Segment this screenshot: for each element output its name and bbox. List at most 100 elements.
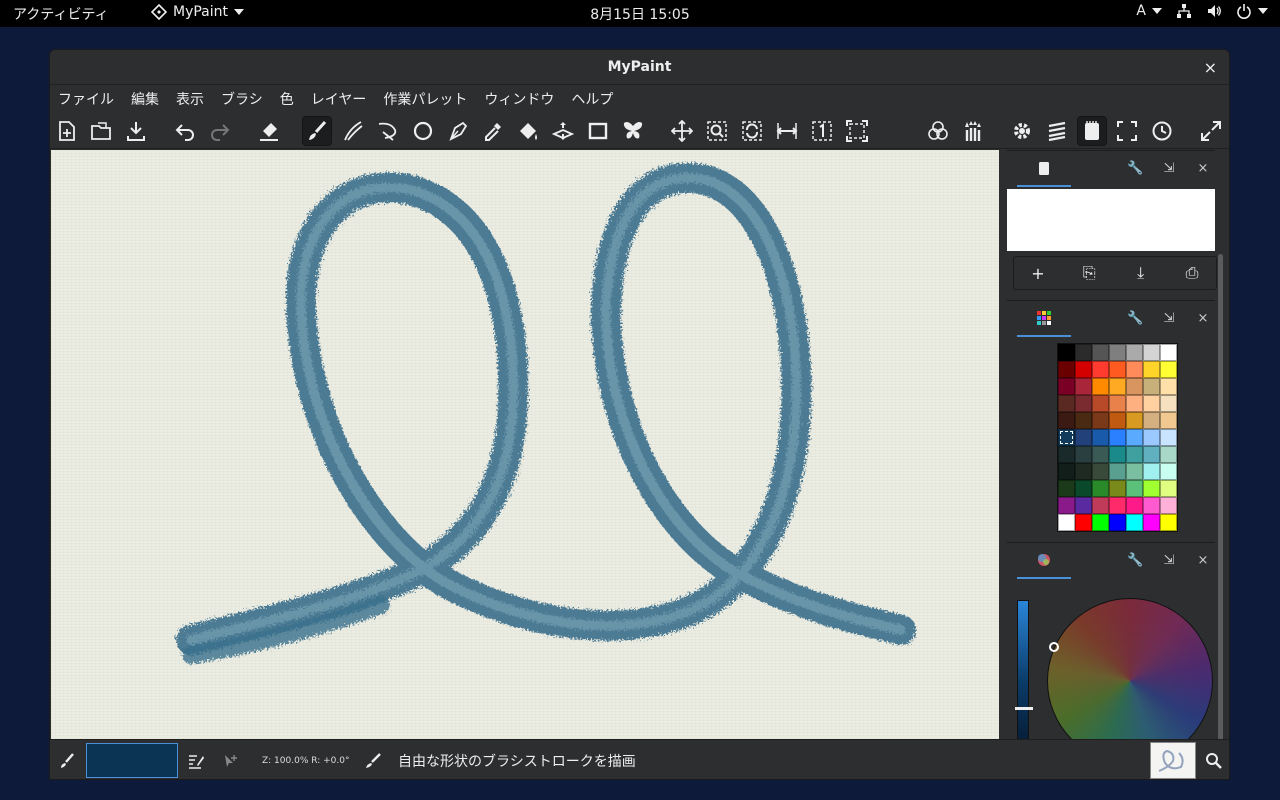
palette-swatch[interactable] — [1075, 514, 1092, 531]
palette-swatch[interactable] — [1058, 361, 1075, 378]
palette-swatch[interactable] — [1126, 480, 1143, 497]
palette-swatch[interactable] — [1143, 412, 1160, 429]
palette-swatch[interactable] — [1126, 395, 1143, 412]
export-scratchpad-icon[interactable]: ⎙ — [1172, 263, 1212, 283]
new-file-icon[interactable] — [52, 116, 82, 146]
palette-swatch[interactable] — [1160, 378, 1177, 395]
detach-panel-icon[interactable]: ⇲ — [1161, 553, 1177, 568]
panel-close-button[interactable]: × — [1195, 553, 1211, 568]
edit-brush-icon[interactable] — [187, 740, 205, 779]
panel-close-button[interactable]: × — [1195, 161, 1211, 176]
menu-color[interactable]: 色 — [280, 89, 294, 109]
ellipse-tool-icon[interactable] — [408, 116, 438, 146]
rotate-view-icon[interactable] — [737, 116, 767, 146]
palette-swatch[interactable] — [1092, 361, 1109, 378]
menu-window[interactable]: ウィンドウ — [484, 89, 554, 109]
palette-swatch[interactable] — [1058, 395, 1075, 412]
palette-swatch[interactable] — [1092, 497, 1109, 514]
brush-settings-icon[interactable] — [1205, 740, 1223, 779]
expand-window-icon[interactable] — [1196, 116, 1226, 146]
mirror-view-icon[interactable] — [772, 116, 802, 146]
palette-swatch[interactable] — [1126, 463, 1143, 480]
scratchpad-toggle-icon[interactable] — [1077, 116, 1107, 146]
drawing-canvas[interactable] — [51, 150, 999, 739]
palette-swatch[interactable] — [1109, 446, 1126, 463]
inking-tool-icon[interactable] — [338, 116, 368, 146]
palette-swatch[interactable] — [1126, 412, 1143, 429]
menu-help[interactable]: ヘルプ — [571, 89, 613, 109]
palette-swatch[interactable] — [1109, 344, 1126, 361]
palette-swatch[interactable] — [1092, 514, 1109, 531]
value-slider-handle[interactable] — [1015, 707, 1033, 710]
palette-swatch[interactable] — [1143, 395, 1160, 412]
palette-swatch[interactable] — [1075, 446, 1092, 463]
palette-swatch[interactable] — [1126, 514, 1143, 531]
wrench-icon[interactable]: 🔧 — [1127, 553, 1143, 568]
network-icon[interactable] — [1176, 3, 1192, 19]
palette-swatch[interactable] — [1075, 429, 1092, 446]
undo-icon[interactable] — [170, 116, 200, 146]
pick-layer-icon[interactable] — [222, 740, 238, 779]
menu-brush[interactable]: ブラシ — [221, 89, 263, 109]
palette-swatch[interactable] — [1160, 429, 1177, 446]
palette-swatch[interactable] — [1058, 429, 1075, 446]
wrench-icon[interactable]: 🔧 — [1127, 311, 1143, 326]
clock[interactable]: 8月15日 15:05 — [0, 4, 1280, 24]
palette-swatch[interactable] — [1143, 514, 1160, 531]
palette-swatch[interactable] — [1075, 378, 1092, 395]
scratchpad-tab[interactable] — [1017, 151, 1071, 187]
open-file-icon[interactable] — [86, 116, 116, 146]
palette-swatch[interactable] — [1160, 395, 1177, 412]
input-method-indicator[interactable]: A — [1136, 3, 1162, 19]
palette-swatch[interactable] — [1092, 412, 1109, 429]
palette-swatch[interactable] — [1160, 446, 1177, 463]
color-wheel[interactable] — [1047, 598, 1213, 739]
palette-swatch[interactable] — [1075, 395, 1092, 412]
palette-swatch[interactable] — [1109, 361, 1126, 378]
line-tool-icon[interactable] — [373, 116, 403, 146]
color-wheel-marker[interactable] — [1049, 642, 1059, 652]
fit-view-icon[interactable] — [842, 116, 872, 146]
palette-swatch[interactable] — [1143, 378, 1160, 395]
palette-swatch[interactable] — [1143, 480, 1160, 497]
palette-swatch[interactable] — [1143, 361, 1160, 378]
palette-swatch[interactable] — [1092, 429, 1109, 446]
palette-swatch[interactable] — [1109, 378, 1126, 395]
fullscreen-icon[interactable] — [1112, 116, 1142, 146]
palette-swatch[interactable] — [1143, 497, 1160, 514]
palette-swatch[interactable] — [1092, 480, 1109, 497]
palette-swatch[interactable] — [1160, 514, 1177, 531]
menu-layer[interactable]: レイヤー — [311, 89, 367, 109]
palette-swatch[interactable] — [1058, 412, 1075, 429]
palette-swatch[interactable] — [1058, 480, 1075, 497]
palette-swatch[interactable] — [1109, 463, 1126, 480]
palette-swatch[interactable] — [1092, 446, 1109, 463]
symmetry-butterfly-icon[interactable] — [618, 116, 648, 146]
palette-swatch[interactable] — [1058, 446, 1075, 463]
color-picker-icon[interactable] — [478, 116, 508, 146]
palette-swatch[interactable] — [1109, 395, 1126, 412]
palette-swatch[interactable] — [1160, 412, 1177, 429]
save-scratchpad-icon[interactable]: ⤓ — [1121, 263, 1161, 283]
palette-swatch[interactable] — [1092, 344, 1109, 361]
power-menu[interactable] — [1236, 3, 1268, 19]
menu-file[interactable]: ファイル — [58, 89, 114, 109]
bezier-pen-icon[interactable] — [443, 116, 473, 146]
palette-swatch[interactable] — [1092, 395, 1109, 412]
palette-swatch[interactable] — [1160, 480, 1177, 497]
palette-swatch[interactable] — [1092, 378, 1109, 395]
palette-swatch[interactable] — [1143, 429, 1160, 446]
menu-view[interactable]: 表示 — [176, 89, 204, 109]
current-color-swatch[interactable] — [86, 743, 178, 778]
volume-icon[interactable] — [1206, 3, 1222, 19]
palette-swatch[interactable] — [1160, 497, 1177, 514]
pan-view-icon[interactable] — [667, 116, 697, 146]
history-clock-icon[interactable] — [1147, 116, 1177, 146]
palette-swatch[interactable] — [1143, 446, 1160, 463]
document-thumbnail[interactable] — [1150, 742, 1196, 779]
palette-swatch[interactable] — [1126, 378, 1143, 395]
palette-swatch[interactable] — [1109, 412, 1126, 429]
eraser-mode-icon[interactable] — [254, 116, 284, 146]
save-file-icon[interactable] — [121, 116, 151, 146]
settings-gear-icon[interactable] — [1007, 116, 1037, 146]
